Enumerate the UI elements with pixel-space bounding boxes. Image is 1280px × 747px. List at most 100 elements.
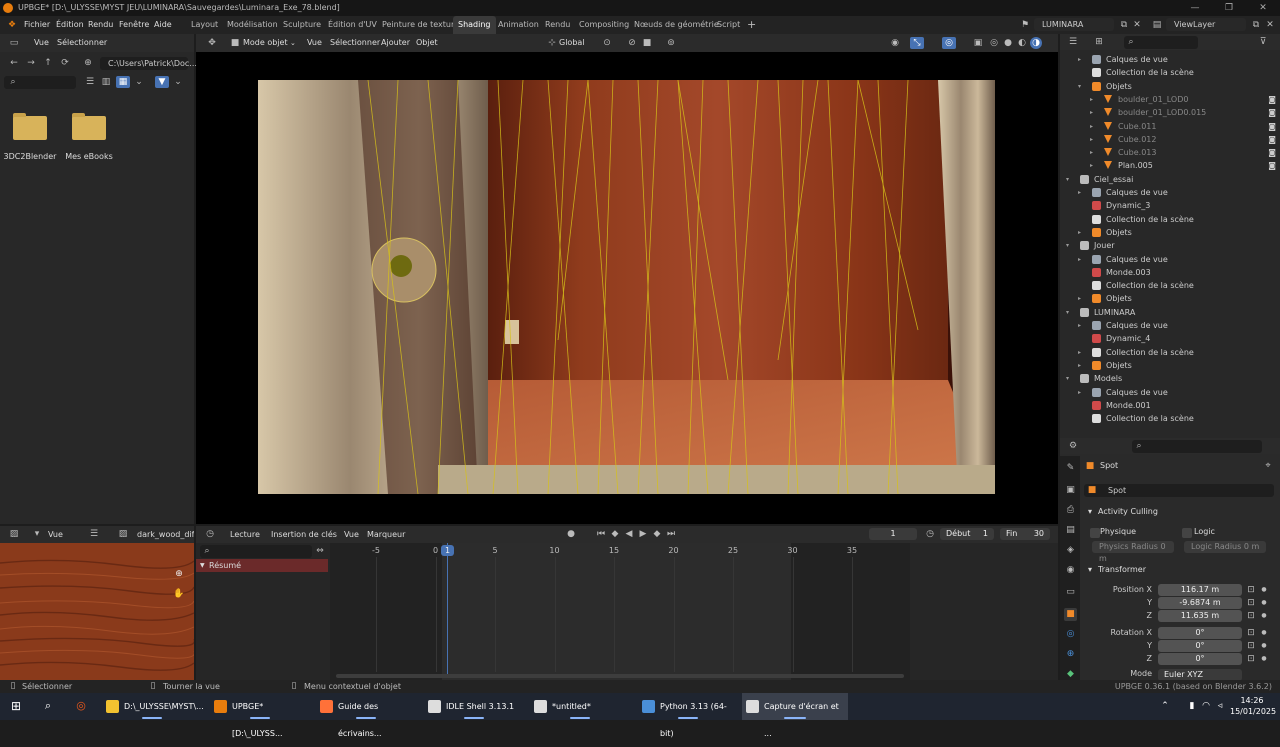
taskbar-app[interactable]: IDLE Shell 3.13.1 (424, 693, 524, 720)
keyframe-dot-icon[interactable]: ● (1260, 597, 1268, 609)
vp-menu-selectionner[interactable]: Sélectionner (330, 35, 380, 51)
tray-chevron-icon[interactable]: ⌃ (1160, 700, 1170, 712)
outliner-row[interactable]: ▾ LUMINARA (1060, 306, 1280, 319)
play-reverse-icon[interactable]: ◀ (624, 528, 634, 540)
expand-arrow-icon[interactable]: ▸ (1078, 226, 1081, 239)
preview-range-icon[interactable]: ◷ (924, 528, 936, 540)
outliner-row[interactable]: ▸ Cube.012 ◙ (1060, 133, 1280, 146)
vp-menu-vue[interactable]: Vue (307, 35, 322, 51)
view-layer-tab-icon[interactable]: ▤ (1064, 524, 1077, 537)
render-toggle-icon[interactable]: ◙ (1268, 159, 1276, 172)
object-name-field[interactable]: Spot (1084, 484, 1274, 497)
outliner-row[interactable]: ▸ Calques de vue (1060, 253, 1280, 266)
outliner-row[interactable]: ▸ boulder_01_LOD0 ◙ (1060, 93, 1280, 106)
shading-rendered-icon[interactable]: ◑ (1030, 37, 1042, 49)
outliner-row[interactable]: ▾ Models (1060, 372, 1280, 385)
shading-wireframe-icon[interactable]: ◎ (988, 37, 1000, 49)
collection-tab-icon[interactable]: ▭ (1064, 586, 1077, 599)
proportional-edit-icon[interactable]: ⊚ (665, 37, 677, 49)
tab-edition-uv[interactable]: Édition d'UV (323, 16, 382, 34)
shading-solid-icon[interactable]: ● (1002, 37, 1014, 49)
expand-arrow-icon[interactable]: ▸ (1090, 159, 1093, 172)
fb-menu-select[interactable]: Sélectionner (57, 35, 107, 51)
zoom-icon[interactable]: ⊕ (172, 568, 186, 580)
search-icon[interactable]: ⌕ (41, 700, 55, 712)
activity-culling-title[interactable]: Activity Culling (1098, 504, 1158, 520)
wifi-icon[interactable]: ◠ (1200, 700, 1212, 712)
tab-noeuds-geometrie[interactable]: Nœuds de géométrie (629, 16, 724, 34)
horizontal-list-icon[interactable]: ▥ (100, 76, 112, 88)
editor-type-icon[interactable]: ☰ (1066, 36, 1080, 48)
expand-arrow-icon[interactable]: ▸ (1078, 386, 1081, 399)
tl-menu-lecture[interactable]: Lecture (230, 527, 260, 543)
expand-arrow-icon[interactable]: ▸ (1090, 93, 1093, 106)
tl-menu-insertion-cles[interactable]: Insertion de clés (271, 527, 337, 543)
constraints-tab-icon[interactable]: ⊕ (1064, 648, 1077, 661)
rotation-z-field[interactable]: 0° (1158, 653, 1242, 665)
lock-icon[interactable]: ⊡ (1246, 597, 1256, 609)
outliner-row[interactable]: ▸ boulder_01_LOD0.015 ◙ (1060, 106, 1280, 119)
forward-icon[interactable]: → (25, 57, 37, 69)
physique-checkbox[interactable] (1090, 528, 1100, 538)
object-tab-icon[interactable]: ■ (1064, 608, 1077, 621)
rotation-x-field[interactable]: 0° (1158, 627, 1242, 639)
keyframe-dot-icon[interactable]: ● (1260, 653, 1268, 665)
outliner-row[interactable]: Collection de la scène (1060, 279, 1280, 292)
blender-menu-icon[interactable]: ❖ (6, 19, 18, 31)
render-toggle-icon[interactable]: ◙ (1268, 106, 1276, 119)
expand-arrow-icon[interactable]: ▾ (1066, 173, 1069, 186)
scene-tab-icon[interactable]: ◈ (1064, 544, 1077, 557)
expand-arrow-icon[interactable]: ▸ (1078, 186, 1081, 199)
image-name-field[interactable]: dark_wood_diff_1... (137, 527, 194, 543)
outliner-row[interactable]: ▸ Cube.011 ◙ (1060, 120, 1280, 133)
outliner-row[interactable]: Collection de la scène (1060, 412, 1280, 425)
display-mode-icon[interactable]: ⊞ (1092, 36, 1106, 48)
editor-type-icon[interactable]: ✥ (204, 37, 220, 49)
back-icon[interactable]: ← (8, 57, 20, 69)
taskbar-app[interactable]: Guide des écrivains... (316, 693, 416, 738)
expand-arrow-icon[interactable]: ▾ (1066, 306, 1069, 319)
keyframe-dot-icon[interactable]: ● (1260, 610, 1268, 622)
next-keyframe-icon[interactable]: ◆ (652, 528, 662, 540)
render-toggle-icon[interactable]: ◙ (1268, 93, 1276, 106)
outliner-row[interactable]: ▸ Calques de vue (1060, 386, 1280, 399)
ie-menu-vue[interactable]: Vue (48, 527, 63, 543)
timeline-scrollbar[interactable] (336, 674, 904, 678)
outliner-row[interactable]: ▾ Jouer (1060, 239, 1280, 252)
transform-orientation-dropdown[interactable]: Global (559, 35, 585, 51)
scene-name-field[interactable]: LUMINARA (1034, 18, 1114, 31)
lock-icon[interactable]: ⊡ (1246, 653, 1256, 665)
outliner-row[interactable]: ▸ Objets (1060, 359, 1280, 372)
taskbar-app[interactable]: Python 3.13 (64-bit) (638, 693, 738, 738)
outliner-row[interactable]: ▸ Objets (1060, 292, 1280, 305)
view-layer-field[interactable]: ViewLayer (1166, 18, 1246, 31)
maximize-icon[interactable]: ❐ (1212, 0, 1246, 16)
keyframe-dot-icon[interactable]: ● (1260, 584, 1268, 596)
menu-rendu[interactable]: Rendu (88, 16, 113, 34)
timeline-search-input[interactable] (200, 545, 312, 558)
tab-animation[interactable]: Animation (493, 16, 544, 34)
tab-peinture-texture[interactable]: Peinture de texture (377, 16, 464, 34)
lock-icon[interactable]: ⊡ (1246, 627, 1256, 639)
expand-arrow-icon[interactable]: ▸ (1078, 253, 1081, 266)
outliner-row[interactable]: ▾ Ciel_essai (1060, 173, 1280, 186)
minimize-icon[interactable]: — (1178, 0, 1212, 16)
tab-rendu[interactable]: Rendu (540, 16, 575, 34)
editor-type-icon[interactable]: ⚙ (1066, 440, 1080, 452)
vp-menu-objet[interactable]: Objet (416, 35, 438, 51)
close-icon[interactable]: ✕ (1246, 0, 1280, 16)
gizmo-icon[interactable]: ⤡ (910, 37, 924, 49)
new-view-layer-icon[interactable]: ⧉ (1250, 19, 1262, 31)
lock-icon[interactable]: ⊡ (1246, 640, 1256, 652)
taskbar-app[interactable]: *untitled* (530, 693, 630, 720)
keyframe-dot-icon[interactable]: ● (1260, 627, 1268, 639)
app-swirl-icon[interactable]: ◎ (73, 700, 89, 712)
image-browse-icon[interactable]: ▨ (114, 528, 132, 540)
snap-icon[interactable]: ⊘ (626, 37, 638, 49)
tl-menu-marqueur[interactable]: Marqueur (367, 527, 405, 543)
position-y-field[interactable]: -9.6874 m (1158, 597, 1242, 609)
lock-icon[interactable]: ⊡ (1246, 610, 1256, 622)
pin-icon[interactable]: ⌖ (1262, 460, 1274, 472)
tab-sculpture[interactable]: Sculpture (278, 16, 326, 34)
view-layer-icon[interactable]: ▤ (1150, 19, 1164, 31)
